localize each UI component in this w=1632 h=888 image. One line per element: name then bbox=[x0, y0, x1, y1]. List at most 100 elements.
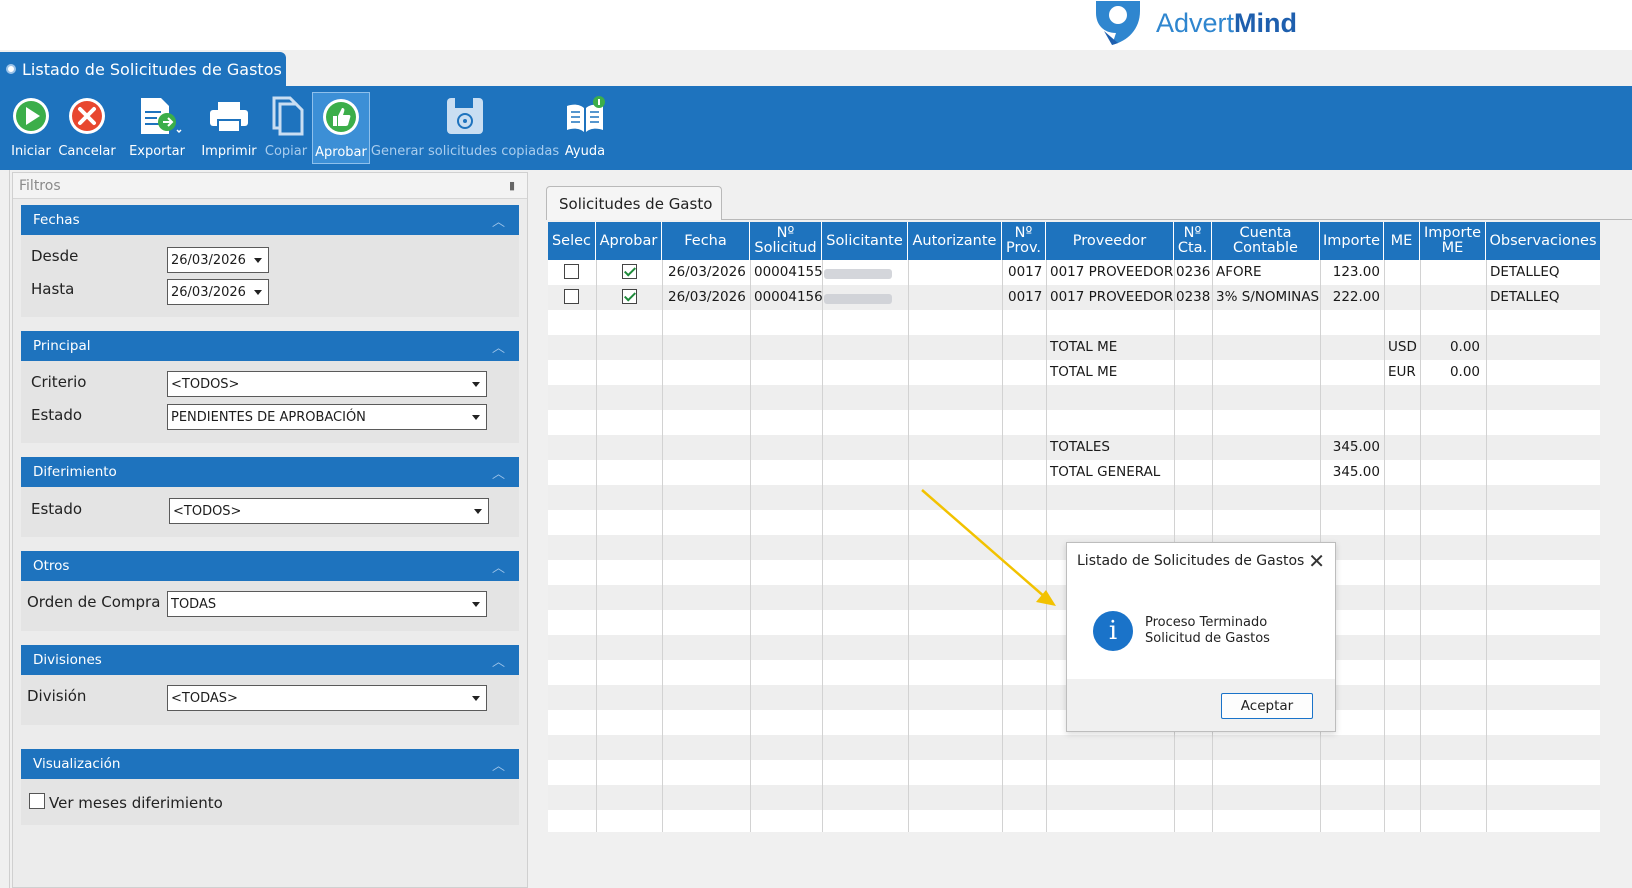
iniciar-button[interactable]: Iniciar bbox=[8, 92, 54, 164]
group-visualizacion-header[interactable]: Visualización ︿ bbox=[21, 749, 519, 779]
chevron-up-icon[interactable]: ︿ bbox=[492, 755, 505, 774]
ver-meses-checkbox[interactable] bbox=[29, 793, 45, 809]
diferimiento-estado-label: Estado bbox=[31, 500, 83, 518]
chevron-up-icon[interactable]: ︿ bbox=[492, 337, 505, 356]
grid-line bbox=[908, 260, 909, 832]
header-nprov[interactable]: Nº Prov. bbox=[1002, 222, 1046, 260]
window-tab[interactable]: Listado de Solicitudes de Gastos bbox=[0, 52, 286, 86]
cell-cuenta: AFORE bbox=[1216, 264, 1262, 280]
cell-fecha: 26/03/2026 bbox=[668, 289, 746, 305]
totales-value: 345.00 bbox=[1332, 439, 1380, 455]
copiar-button[interactable]: Copiar bbox=[262, 92, 310, 164]
group-divisiones-header[interactable]: Divisiones ︿ bbox=[21, 645, 519, 675]
total-me-value: 0.00 bbox=[1449, 364, 1480, 380]
total-me-value: 0.00 bbox=[1449, 339, 1480, 355]
tab-solicitudes-de-gasto[interactable]: Solicitudes de Gasto bbox=[546, 186, 722, 220]
left-dock-edge bbox=[0, 170, 10, 888]
cancelar-button[interactable]: Cancelar bbox=[58, 92, 116, 164]
division-select[interactable]: <TODAS> bbox=[167, 685, 487, 711]
advertmind-logo: AdvertMind bbox=[1090, 0, 1297, 46]
header-nsolicitud[interactable]: Nº Solicitud bbox=[750, 222, 822, 260]
header-aprobar[interactable]: Aprobar bbox=[596, 222, 662, 260]
cell-ncta: 0238 bbox=[1176, 289, 1211, 305]
total-me-currency: USD bbox=[1388, 339, 1417, 355]
save-disk-icon bbox=[443, 92, 487, 140]
header-cuenta-contable[interactable]: Cuenta Contable bbox=[1212, 222, 1320, 260]
cell-proveedor: 0017 PROVEEDOR bbox=[1050, 264, 1174, 280]
header-fecha[interactable]: Fecha bbox=[662, 222, 750, 260]
cell-solicitud: 00004155 bbox=[754, 264, 823, 280]
header-proveedor[interactable]: Proveedor bbox=[1046, 222, 1174, 260]
table-row bbox=[548, 735, 1600, 760]
header-importe-me[interactable]: Importe ME bbox=[1420, 222, 1486, 260]
table-row bbox=[548, 760, 1600, 785]
group-otros-header[interactable]: Otros ︿ bbox=[21, 551, 519, 581]
header-solicitante[interactable]: Solicitante bbox=[822, 222, 908, 260]
dropdown-arrow-icon bbox=[472, 382, 480, 387]
ayuda-button[interactable]: Ayuda bbox=[562, 92, 608, 164]
brand-bar: AdvertMind bbox=[0, 0, 1632, 50]
hasta-date-picker[interactable]: 26/03/2026 bbox=[167, 279, 269, 305]
dropdown-arrow-icon bbox=[472, 415, 480, 420]
header-selec[interactable]: Selec bbox=[548, 222, 596, 260]
total-me-currency: EUR bbox=[1388, 364, 1416, 380]
chevron-up-icon[interactable]: ︿ bbox=[492, 557, 505, 576]
header-observaciones[interactable]: Observaciones bbox=[1486, 222, 1600, 260]
header-autorizante[interactable]: Autorizante bbox=[908, 222, 1002, 260]
header-ncta[interactable]: Nº Cta. bbox=[1174, 222, 1212, 260]
printer-icon bbox=[206, 92, 252, 140]
select-checkbox[interactable] bbox=[564, 289, 579, 304]
generar-copiadas-button[interactable]: Generar solicitudes copiadas bbox=[371, 92, 559, 164]
grid-line bbox=[1486, 260, 1487, 832]
header-me[interactable]: ME bbox=[1384, 222, 1420, 260]
chevron-up-icon[interactable]: ︿ bbox=[492, 211, 505, 230]
group-principal-header[interactable]: Principal ︿ bbox=[21, 331, 519, 361]
orden-compra-select[interactable]: TODAS bbox=[167, 591, 487, 617]
total-general-label: TOTAL GENERAL bbox=[1050, 464, 1161, 480]
table-row bbox=[548, 485, 1600, 510]
cell-ncta: 0236 bbox=[1176, 264, 1211, 280]
message-dialog: Listado de Solicitudes de Gastos ✕ i Pro… bbox=[1066, 542, 1336, 732]
imprimir-button[interactable]: Imprimir bbox=[200, 92, 258, 164]
dropdown-arrow-icon bbox=[472, 602, 480, 607]
ribbon-toolbar: Iniciar Cancelar Exportar Imprimir Copia… bbox=[0, 86, 1632, 170]
chevron-up-icon[interactable]: ︿ bbox=[492, 651, 505, 670]
aceptar-button[interactable]: Aceptar bbox=[1221, 693, 1313, 719]
grid-line bbox=[1384, 260, 1385, 832]
desde-label: Desde bbox=[31, 247, 79, 265]
orden-compra-label: Orden de Compra bbox=[27, 593, 161, 611]
group-diferimiento-header[interactable]: Diferimiento ︿ bbox=[21, 457, 519, 487]
pin-icon[interactable]: ▮ bbox=[509, 179, 515, 192]
division-label: División bbox=[27, 687, 87, 705]
filters-panel: Filtros ▮ Fechas ︿ Desde 26/03/2026 Hast… bbox=[12, 172, 528, 888]
criterio-label: Criterio bbox=[31, 373, 87, 391]
chevron-up-icon[interactable]: ︿ bbox=[492, 463, 505, 482]
select-checkbox[interactable] bbox=[564, 264, 579, 279]
grid-line bbox=[1046, 260, 1047, 832]
diferimiento-estado-select[interactable]: <TODOS> bbox=[169, 498, 489, 524]
cancel-icon bbox=[67, 92, 107, 140]
close-icon[interactable]: ✕ bbox=[1308, 549, 1325, 573]
cell-fecha: 26/03/2026 bbox=[668, 264, 746, 280]
estado-select[interactable]: PENDIENTES DE APROBACIÓN bbox=[167, 404, 487, 430]
criterio-select[interactable]: <TODOS> bbox=[167, 371, 487, 397]
header-importe[interactable]: Importe bbox=[1320, 222, 1384, 260]
grid-line bbox=[750, 260, 751, 832]
approve-checkbox[interactable] bbox=[622, 289, 637, 304]
total-general-value: 345.00 bbox=[1332, 464, 1380, 480]
exportar-button[interactable]: Exportar bbox=[120, 92, 194, 164]
approve-checkbox[interactable] bbox=[622, 264, 637, 279]
tab-divider bbox=[722, 219, 1632, 220]
grid-line bbox=[1002, 260, 1003, 832]
cell-observaciones: DETALLEQ bbox=[1490, 264, 1560, 280]
group-fechas-header[interactable]: Fechas ︿ bbox=[21, 205, 519, 235]
cell-cuenta: 3% S/NOMINAS bbox=[1216, 289, 1320, 305]
aprobar-button[interactable]: Aprobar bbox=[312, 92, 370, 164]
group-divisiones: Divisiones ︿ División <TODAS> bbox=[21, 645, 519, 725]
desde-date-picker[interactable]: 26/03/2026 bbox=[167, 247, 269, 273]
solicitudes-grid: Selec Aprobar Fecha Nº Solicitud Solicita… bbox=[548, 222, 1600, 832]
table-row bbox=[548, 410, 1600, 435]
cell-nprov: 0017 bbox=[1008, 289, 1043, 305]
table-row bbox=[548, 310, 1600, 335]
estado-label: Estado bbox=[31, 406, 83, 424]
